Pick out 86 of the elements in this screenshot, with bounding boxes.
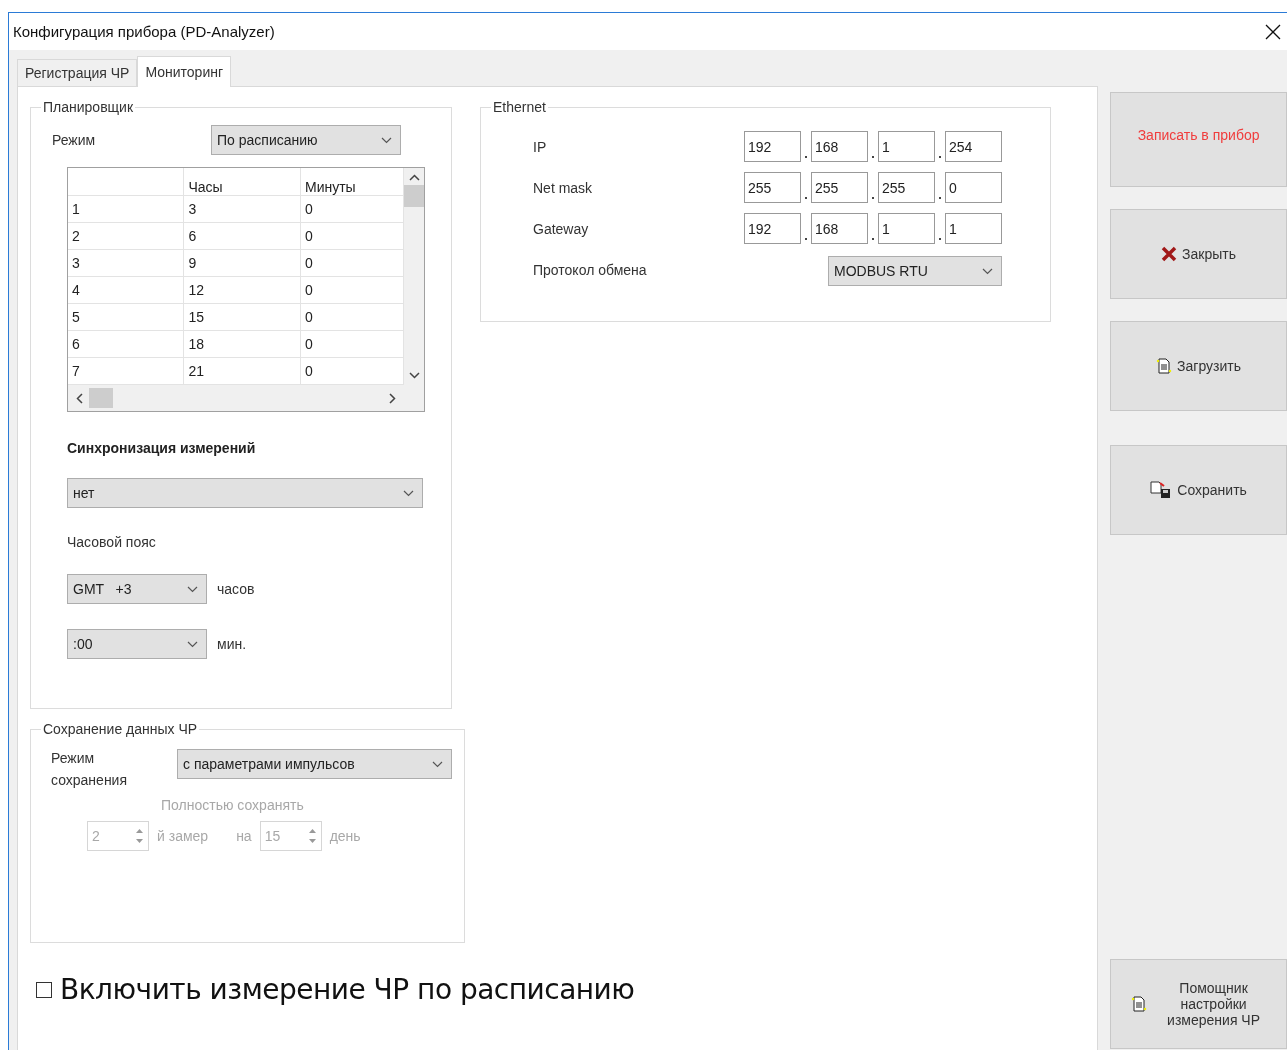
scroll-thumb[interactable]	[89, 388, 113, 408]
group-title: Сохранение данных ЧР	[42, 721, 199, 737]
octet-field[interactable]: 255	[811, 172, 868, 203]
table-cell: 18	[184, 330, 301, 358]
column-header: Часы	[184, 168, 301, 196]
chevron-down-icon	[432, 760, 443, 768]
scroll-left-icon[interactable]	[76, 392, 83, 404]
table-cell: 9	[184, 249, 301, 277]
field-label: Полностью сохранять	[161, 797, 305, 813]
table-cell: 0	[300, 357, 404, 385]
octet-field[interactable]: 255	[744, 172, 801, 203]
checkbox[interactable]	[36, 981, 52, 998]
group-title: Ethernet	[492, 99, 547, 115]
protocol-dropdown[interactable]: MODBUS RTU	[828, 256, 1002, 286]
table-cell: 0	[300, 303, 404, 331]
table-cell: 0	[300, 249, 404, 277]
table-cell: 3	[68, 249, 184, 277]
document-icon	[1156, 358, 1173, 374]
chevron-down-icon	[381, 136, 392, 144]
spinner-arrows-icon[interactable]	[135, 826, 144, 846]
table-cell: 15	[184, 303, 301, 331]
octet-field[interactable]: 168	[811, 131, 868, 162]
field-label: Режим	[52, 132, 96, 148]
action-button[interactable]: Помощник настройки измерения ЧР	[1110, 959, 1287, 1049]
field-label: Протокол обмена	[533, 262, 648, 278]
table-cell: 0	[300, 222, 404, 250]
tab[interactable]: Регистрация ЧР	[17, 59, 138, 86]
table-cell: 5	[68, 303, 184, 331]
chevron-down-icon	[187, 640, 198, 648]
scroll-thumb[interactable]	[404, 185, 424, 207]
checkbox-label[interactable]: Включить измерение ЧР по расписанию	[60, 973, 635, 1006]
octet-field[interactable]: 192	[744, 131, 801, 162]
chevron-down-icon	[403, 489, 414, 497]
table-cell: 0	[300, 276, 404, 304]
chevron-down-icon	[982, 267, 993, 275]
tab[interactable]: Мониторинг	[137, 56, 232, 87]
octet-field[interactable]: 192	[744, 213, 801, 244]
table-cell: 0	[300, 195, 404, 223]
close-icon[interactable]	[1265, 23, 1281, 40]
scroll-right-icon[interactable]	[389, 392, 396, 404]
octet-field[interactable]: 254	[945, 131, 1002, 162]
hours-dropdown[interactable]: GMT +3	[67, 574, 207, 604]
unit-label: й замер	[157, 828, 209, 844]
cross-icon	[1161, 246, 1178, 262]
scroll-up-icon[interactable]	[408, 174, 420, 181]
table-cell: 7	[68, 357, 184, 385]
table-cell: 3	[184, 195, 301, 223]
octet-field[interactable]: 255	[878, 172, 935, 203]
table-cell: 1	[68, 195, 184, 223]
field-label: Gateway	[533, 220, 590, 237]
octet-field[interactable]: 1	[878, 213, 935, 244]
window-title: Конфигурация прибора (PD-Analyzer)	[13, 23, 275, 40]
octet-field[interactable]: 1	[878, 131, 935, 162]
table-cell: 2	[68, 222, 184, 250]
scroll-down-icon[interactable]	[408, 372, 420, 379]
field-label: Net mask	[533, 179, 594, 196]
unit-label: мин.	[217, 636, 247, 652]
sync-dropdown[interactable]: нет	[67, 478, 423, 508]
mode-dropdown[interactable]: По расписанию	[211, 125, 401, 155]
table-cell: 6	[68, 330, 184, 358]
action-button[interactable]: Закрыть	[1110, 209, 1287, 299]
action-button[interactable]: Сохранить	[1110, 445, 1287, 535]
table-cell: 4	[68, 276, 184, 304]
table-cell: 0	[300, 330, 404, 358]
table-cell: 12	[184, 276, 301, 304]
octet-field[interactable]: 1	[945, 213, 1002, 244]
chevron-down-icon	[187, 585, 198, 593]
table-cell: 6	[184, 222, 301, 250]
section-title: Синхронизация измерений	[67, 440, 257, 456]
document-icon	[1131, 996, 1148, 1012]
field-label: Часовой пояс	[67, 534, 157, 550]
action-button[interactable]: Загрузить	[1110, 321, 1287, 411]
field-label: Режим сохранения	[51, 749, 128, 790]
table-cell: 21	[184, 357, 301, 385]
field-label: на	[236, 828, 252, 844]
octet-field[interactable]: 168	[811, 213, 868, 244]
minutes-dropdown[interactable]: :00	[67, 629, 207, 659]
octet-field[interactable]: 0	[945, 172, 1002, 203]
unit-label: день	[329, 828, 361, 844]
save-mode-dropdown[interactable]: с параметрами импульсов	[177, 749, 452, 779]
unit-label: часов	[217, 581, 255, 597]
spinner-arrows-icon[interactable]	[307, 826, 317, 846]
document-floppy-icon	[1150, 481, 1173, 499]
field-label: IP	[533, 138, 548, 155]
group-title: Планировщик	[42, 99, 135, 115]
column-header: Минуты	[300, 168, 404, 196]
